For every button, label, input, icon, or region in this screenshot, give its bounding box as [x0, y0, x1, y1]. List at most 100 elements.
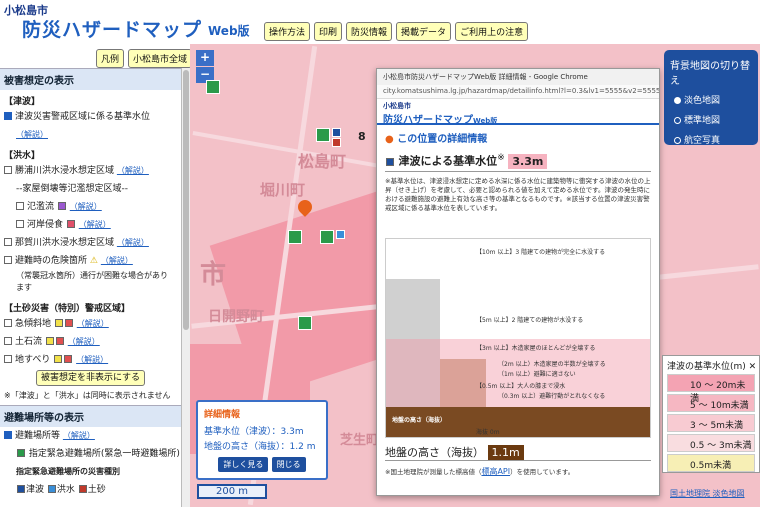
popup-window-title: 小松島市防災ハザードマップWeb版 詳細情報 - Google Chrome	[377, 69, 659, 85]
basemap-title: 背景地図の切り替え	[670, 61, 750, 87]
danger-explain-link[interactable]: （解説）	[101, 256, 133, 265]
popup-header: 小松島市 防災ハザードマップWeb版	[377, 99, 659, 126]
shelter-marker-3[interactable]	[320, 230, 334, 244]
shelter-marker-1[interactable]	[316, 128, 330, 142]
land3-checkbox[interactable]	[4, 355, 12, 363]
close-button[interactable]: 閉じる	[271, 457, 306, 472]
ground-height-label: 地盤の高さ（海抜）	[385, 445, 484, 459]
land1-swatch-yellow	[54, 319, 63, 327]
house1-checkbox[interactable]	[16, 202, 24, 210]
detail-ground-value: ：1.2 m	[280, 442, 316, 452]
zoom-in-button[interactable]: +	[196, 50, 214, 66]
tsunami-link-row: （解説）	[0, 126, 181, 144]
land2-option[interactable]: 土石流 （解説）	[0, 333, 181, 351]
nav-terms-button[interactable]: ご利用上の注意	[455, 22, 529, 41]
shelter-marker-5[interactable]	[206, 80, 220, 94]
house-collapse-heading: --家屋倒壊等氾濫想定区域--	[16, 184, 128, 194]
popup-url-bar[interactable]: city.komatsushima.lg.jp/hazardmap/detail…	[377, 85, 659, 99]
house1-option[interactable]: 氾濫流 （解説）	[0, 198, 181, 216]
house2-explain-link[interactable]: （解説）	[79, 220, 111, 229]
app-title: 防災ハザードマップ	[22, 19, 203, 41]
radio-pale[interactable]	[674, 97, 681, 104]
flood2-checkbox[interactable]	[4, 238, 12, 246]
land3-option[interactable]: 地すべり （解説）	[0, 351, 181, 369]
flood2-label: 那賀川洪水浸水想定区域	[15, 238, 115, 248]
tsunami-kind-icon	[17, 485, 25, 493]
land1-swatch-red	[64, 319, 73, 327]
flood1-option[interactable]: 勝浦川洪水浸水想定区域 （解説）	[0, 162, 181, 180]
land2-explain-link[interactable]: （解説）	[68, 337, 100, 346]
land1-explain-link[interactable]: （解説）	[77, 319, 109, 328]
tsunami-checkbox[interactable]	[4, 112, 12, 120]
more-detail-button[interactable]: 詳しく見る	[218, 457, 269, 472]
tsunami-option[interactable]: 津波災害警戒区域に係る基準水位	[0, 108, 181, 126]
app-header: 小松島市 防災ハザードマップ Web版 操作方法 印刷 防災情報 掲載データ ご…	[0, 0, 760, 44]
shelter-marker-4[interactable]	[298, 316, 312, 330]
shelter-kinds-row: 津波 洪水 土砂	[0, 481, 181, 499]
land1-checkbox[interactable]	[4, 319, 12, 327]
nav-howto-button[interactable]: 操作方法	[264, 22, 311, 41]
scrollbar-thumb[interactable]	[183, 70, 189, 330]
map-count: 8	[358, 130, 366, 143]
popup-city: 小松島市	[383, 102, 411, 110]
danger-checkbox[interactable]	[4, 256, 12, 264]
tsunami-description: ※基準水位は、津波浸水想定に定める水深に係る水位に建築物等に衝突する津波の水位の…	[385, 176, 651, 212]
danger-option[interactable]: 避難時の危険箇所 ⚠ （解説）	[0, 252, 181, 270]
map-label-shibau: 芝生町	[340, 433, 380, 448]
flood2-option[interactable]: 那賀川洪水浸水想定区域 （解説）	[0, 234, 181, 252]
house2-swatch	[66, 220, 75, 228]
top-nav: 操作方法 印刷 防災情報 掲載データ ご利用上の注意	[264, 22, 529, 41]
map-label-city: 市	[200, 260, 227, 290]
flood-kind-icon	[47, 485, 56, 493]
detail-heading: ● この位置の詳細情報	[377, 125, 659, 150]
house2-checkbox[interactable]	[16, 220, 24, 228]
level-1m: （1m 以上）避難に適さない	[498, 370, 576, 378]
radio-standard[interactable]	[674, 117, 681, 124]
house1-explain-link[interactable]: （解説）	[70, 202, 102, 211]
flood2-explain-link[interactable]: （解説）	[117, 238, 149, 247]
land2-checkbox[interactable]	[4, 337, 12, 345]
land3-explain-link[interactable]: （解説）	[76, 355, 108, 364]
flood-marker-3	[336, 230, 345, 239]
level-3m: 【3m 以上】木造家屋のほとんどが全壊する	[476, 344, 596, 352]
house2-option[interactable]: 河岸侵食 （解説）	[0, 216, 181, 234]
detail-tsunami-value: ：3.3m	[271, 427, 304, 437]
tsunami-explain-link[interactable]: （解説）	[16, 130, 48, 139]
tsunami-legend: 津波の基準水位(m) ✕ 10 ～ 20m未満 5 ～ 10m未満 3 ～ 5m…	[662, 355, 760, 473]
land1-option[interactable]: 急傾斜地 （解説）	[0, 315, 181, 333]
legend-item: 0.5 ～ 3m未満	[667, 434, 755, 452]
basemap-option-standard[interactable]: 標準地図	[674, 113, 752, 126]
tsunami-level-sup: ※	[497, 152, 505, 163]
elevation-api-link[interactable]: 標高API	[481, 467, 510, 476]
sidebar-scrollbar[interactable]	[182, 68, 190, 507]
popup-title-text: 防災ハザードマップ	[383, 115, 473, 126]
map-label-matsushima: 松島町	[298, 152, 347, 171]
nav-print-button[interactable]: 印刷	[314, 22, 343, 41]
shelter-explain-link[interactable]: （解説）	[63, 431, 95, 440]
sidebar: 被害想定の表示 【津波】 津波災害警戒区域に係る基準水位 （解説） 【洪水】 勝…	[0, 68, 182, 507]
hide-hazard-button[interactable]: 被害想定を非表示にする	[35, 370, 146, 386]
nav-info-button[interactable]: 防災情報	[346, 22, 393, 41]
radio-photo[interactable]	[674, 137, 681, 144]
flood1-explain-link[interactable]: （解説）	[117, 166, 149, 175]
shelter-marker-2[interactable]	[288, 230, 302, 244]
danger-note-1: （常襲冠水箇所）通行が困難な場合があり	[16, 271, 168, 280]
shelter-label: 避難場所等	[15, 431, 61, 441]
sea-level-label: 海抜 0m	[476, 428, 500, 436]
shelter-checkbox[interactable]	[4, 431, 12, 439]
basemap-option-photo[interactable]: 航空写真	[674, 133, 752, 146]
flood1-checkbox[interactable]	[4, 166, 12, 174]
close-icon[interactable]: ✕	[749, 362, 757, 372]
level-5m: 【5m 以上】2 階建ての建物が水没する	[476, 316, 584, 324]
tsunami-level-value: 3.3m	[508, 153, 548, 169]
basemap-option-pale[interactable]: 淡色地図	[674, 93, 752, 106]
tsunami-marker-1	[332, 128, 341, 137]
nav-data-button[interactable]: 掲載データ	[396, 22, 452, 41]
gsi-attribution-link[interactable]: 国土地理院 淡色地図	[670, 488, 745, 499]
legend-button[interactable]: 凡例	[96, 49, 125, 68]
shelter-option[interactable]: 避難場所等 （解説）	[0, 427, 181, 445]
landslide-category: 【土砂災害（特別）警戒区域】	[4, 304, 131, 314]
popup-app-title: 防災ハザードマップWeb版	[383, 111, 653, 126]
whole-city-button[interactable]: 小松島市全域	[128, 49, 193, 68]
danger-label: 避難時の危険箇所	[15, 256, 88, 266]
